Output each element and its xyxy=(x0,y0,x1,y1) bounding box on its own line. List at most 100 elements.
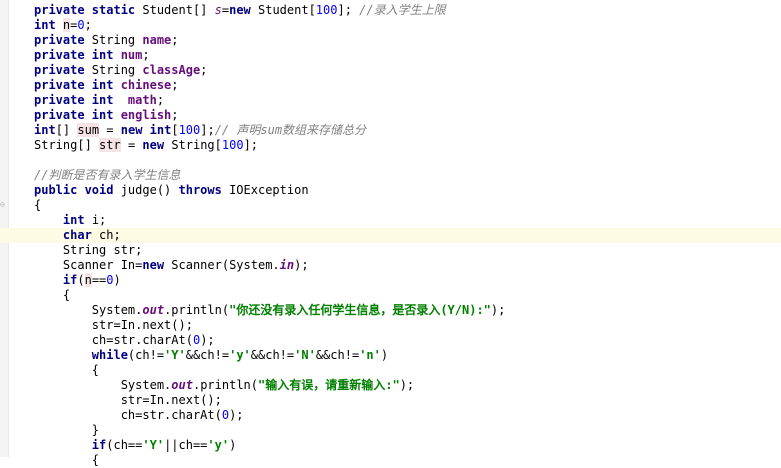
code-token: ; xyxy=(84,18,92,32)
code-token: "你还没有录入任何学生信息，是否录入(Y/N):" xyxy=(229,303,491,317)
code-line[interactable]: while(ch!='Y'&&ch!='y'&&ch!='N'&&ch!='n'… xyxy=(0,348,781,363)
code-token: &&ch!= xyxy=(250,348,295,362)
code-line[interactable]: int[] sum = new int[100];// 声明sum数组来存储总分 xyxy=(0,123,781,138)
code-line[interactable]: str=In.next(); xyxy=(0,393,781,408)
code-token: String xyxy=(91,63,143,77)
code-line[interactable]: //判断是否有录入学生信息 xyxy=(0,168,781,183)
code-token: &&ch!= xyxy=(315,348,360,362)
code-token: out xyxy=(142,303,165,317)
code-token: String[ xyxy=(171,138,222,152)
code-line[interactable]: public void judge() throws IOException xyxy=(0,183,781,198)
code-token: ); xyxy=(229,408,244,422)
code-token: new xyxy=(142,258,172,272)
code-token: ; xyxy=(171,108,179,122)
code-token: Scanner In= xyxy=(34,258,143,272)
code-token: { xyxy=(34,363,100,377)
code-token: 100 xyxy=(221,138,244,152)
code-line[interactable]: private int math; xyxy=(0,93,781,108)
code-line-text: { xyxy=(34,363,99,378)
code-token: .println( xyxy=(164,303,230,317)
code-line[interactable]: { xyxy=(0,198,781,213)
code-line[interactable]: { xyxy=(0,363,781,378)
code-token: ( xyxy=(77,273,85,287)
code-line[interactable]: str=In.next(); xyxy=(0,318,781,333)
code-line[interactable]: } xyxy=(0,423,781,438)
code-line[interactable]: ch=str.charAt(0); xyxy=(0,333,781,348)
code-line[interactable]: { xyxy=(0,453,781,468)
code-line-text: Scanner In=new Scanner(System.in); xyxy=(34,258,309,273)
code-token: Student[] xyxy=(142,3,215,17)
code-token: new xyxy=(229,3,258,17)
code-token: in xyxy=(279,258,295,272)
code-line-text: String[] str = new String[100]; xyxy=(34,138,258,153)
code-token: str=In.next(); xyxy=(34,393,222,407)
code-token: int xyxy=(62,213,92,227)
code-line-text: { xyxy=(34,198,41,213)
code-token: 'y' xyxy=(207,438,230,452)
code-token: s xyxy=(214,3,222,17)
code-token: out xyxy=(171,378,193,392)
code-token: } xyxy=(34,423,100,437)
code-line[interactable]: String str; xyxy=(0,243,781,258)
code-line-text: if(ch=='Y'||ch=='y') xyxy=(34,438,237,453)
code-line-text: str=In.next(); xyxy=(34,393,222,408)
code-line[interactable]: private String name; xyxy=(0,33,781,48)
code-line-text: int[] sum = new int[100];// 声明sum数组来存储总分 xyxy=(34,123,366,138)
code-token: String xyxy=(91,33,143,47)
code-line[interactable]: private static Student[] s=new Student[1… xyxy=(0,3,781,18)
code-token: (ch== xyxy=(106,438,143,452)
code-token: private xyxy=(34,33,92,47)
code-token: "输入有误，请重新输入:" xyxy=(258,378,400,392)
code-token: 'N' xyxy=(294,348,316,362)
code-token: ); xyxy=(200,333,215,347)
code-line-text: str=In.next(); xyxy=(34,318,193,333)
code-token: .println( xyxy=(192,378,258,392)
code-line-text: private static Student[] s=new Student[1… xyxy=(34,3,446,18)
code-token: ; xyxy=(171,33,179,47)
code-line[interactable]: private String classAge; xyxy=(0,63,781,78)
code-token: 'Y' xyxy=(164,348,186,362)
code-token: int xyxy=(34,123,56,137)
code-line[interactable]: int i; xyxy=(0,213,781,228)
code-token: chinese xyxy=(120,78,172,92)
code-token: name xyxy=(142,33,172,47)
code-token: ); xyxy=(294,258,309,272)
code-token: // 声明sum数组来存储总分 xyxy=(214,123,367,137)
code-line-text: while(ch!='Y'&&ch!='y'&&ch!='N'&&ch!='n'… xyxy=(34,348,388,363)
code-token: [ xyxy=(171,123,179,137)
code-line[interactable]: char ch; xyxy=(0,228,781,243)
code-token: ch; xyxy=(99,228,121,242)
code-line[interactable]: if(n==0) xyxy=(0,273,781,288)
code-token: math xyxy=(127,93,157,107)
code-line[interactable]: int n=0; xyxy=(0,18,781,33)
code-line-text: private int english; xyxy=(34,108,179,123)
code-editor[interactable]: private static Student[] s=new Student[1… xyxy=(0,0,781,467)
code-line[interactable]: System.out.println("输入有误，请重新输入:"); xyxy=(0,378,781,393)
code-line[interactable] xyxy=(0,153,781,168)
code-line[interactable]: ch=str.charAt(0); xyxy=(0,408,781,423)
code-token: num xyxy=(120,48,143,62)
code-line-text: int n=0; xyxy=(34,18,92,33)
code-token: new int xyxy=(120,123,172,137)
code-line[interactable]: if(ch=='Y'||ch=='y') xyxy=(0,438,781,453)
code-line[interactable]: Scanner In=new Scanner(System.in); xyxy=(0,258,781,273)
code-line-text: if(n==0) xyxy=(34,273,121,288)
code-token: { xyxy=(34,288,71,302)
code-line[interactable]: private int num; xyxy=(0,48,781,63)
code-token: english xyxy=(120,108,172,122)
code-line[interactable]: { xyxy=(0,288,781,303)
code-token: 100 xyxy=(315,3,338,17)
code-line[interactable]: private int english; xyxy=(0,108,781,123)
code-token: judge() xyxy=(120,183,179,197)
code-token: new xyxy=(142,138,172,152)
code-token: 'n' xyxy=(359,348,381,362)
code-line[interactable]: System.out.println("你还没有录入任何学生信息，是否录入(Y/… xyxy=(0,303,781,318)
code-line-text: { xyxy=(34,453,99,468)
code-line-text: public void judge() throws IOException xyxy=(34,183,309,198)
code-line[interactable]: private int chinese; xyxy=(0,78,781,93)
code-line[interactable]: String[] str = new String[100]; xyxy=(0,138,781,153)
code-line-text: //判断是否有录入学生信息 xyxy=(34,168,180,183)
